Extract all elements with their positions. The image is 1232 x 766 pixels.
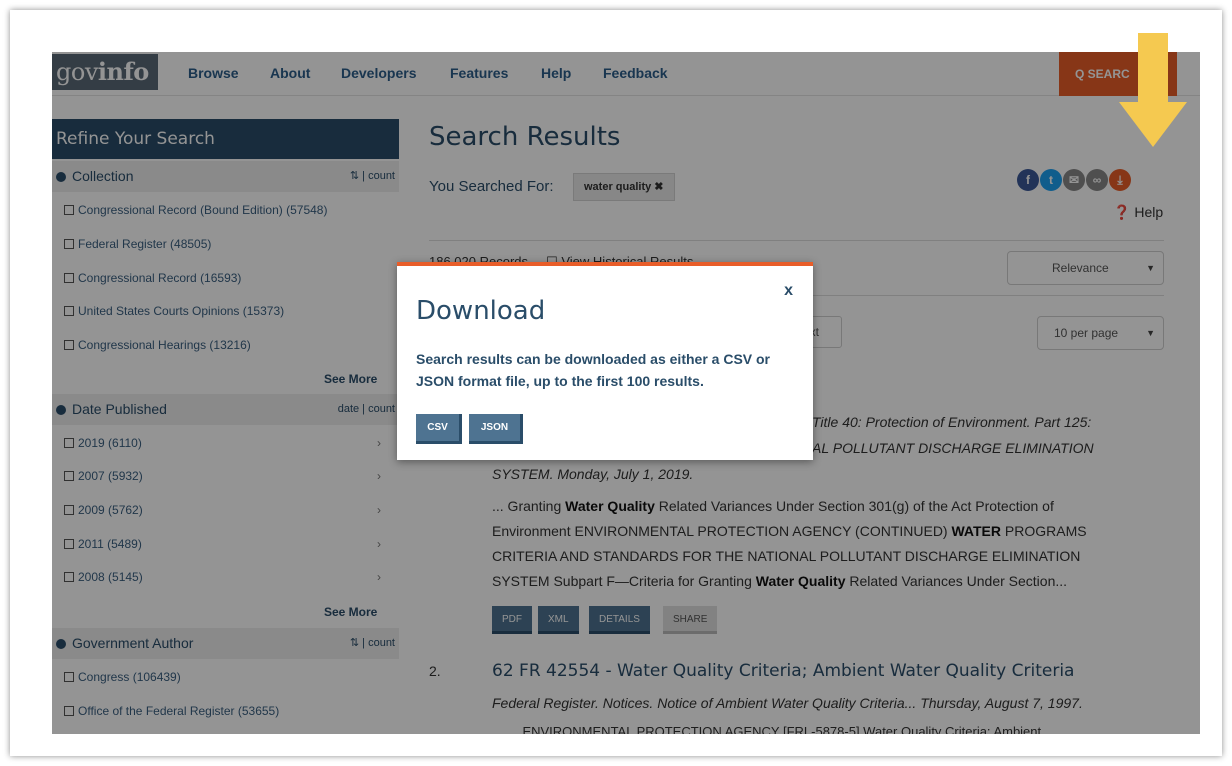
csv-button[interactable]: CSV xyxy=(416,414,462,444)
modal-title: Download xyxy=(416,296,546,326)
annotation-arrow-shaft xyxy=(1138,33,1168,103)
download-modal: x Download Search results can be downloa… xyxy=(397,262,813,460)
annotation-arrow-icon xyxy=(1119,102,1187,147)
close-icon[interactable]: x xyxy=(784,282,793,300)
govinfo-page: govinfo Browse About Developers Features… xyxy=(52,52,1200,734)
modal-body: Search results can be downloaded as eith… xyxy=(416,351,771,389)
json-button[interactable]: JSON xyxy=(469,414,523,444)
screenshot-frame: govinfo Browse About Developers Features… xyxy=(10,10,1222,756)
